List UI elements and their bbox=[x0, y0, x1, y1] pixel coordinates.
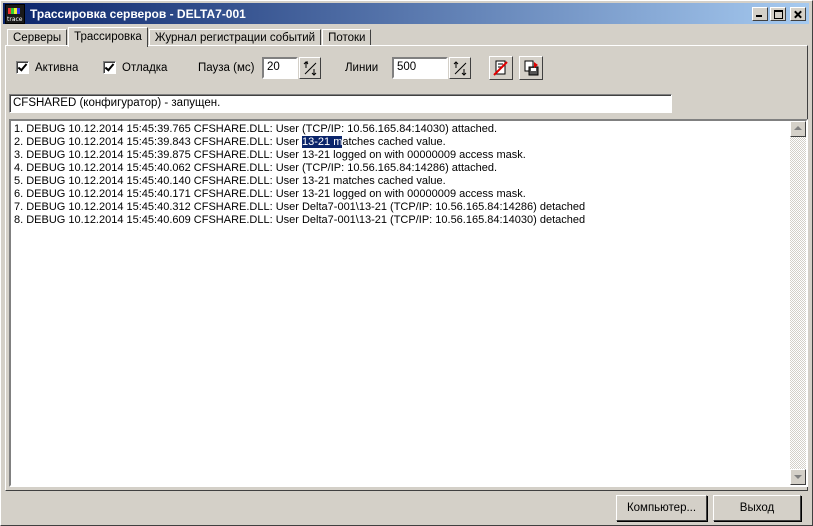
status-field: CFSHARED (конфигуратор) - запущен. bbox=[9, 94, 672, 113]
title-bar[interactable]: trace Трассировка серверов - DELTA7-001 bbox=[3, 3, 809, 24]
controls-row: Активна Отладка Пауза (мс) 20 Линии 500 bbox=[6, 46, 807, 90]
log-line: 4. DEBUG 10.12.2014 15:45:40.062 CFSHARE… bbox=[14, 162, 498, 174]
debug-label: Отладка bbox=[122, 61, 168, 74]
tab-event-log[interactable]: Журнал регистрации событий bbox=[148, 29, 322, 46]
trace-app-icon: trace bbox=[5, 3, 25, 24]
save-document-icon bbox=[524, 60, 539, 76]
computer-button[interactable]: Компьютер... bbox=[616, 495, 707, 521]
active-label: Активна bbox=[35, 61, 79, 74]
lines-spin-arrows-icon[interactable] bbox=[449, 57, 471, 79]
pause-spinner: 20 bbox=[262, 57, 321, 79]
minimize-button[interactable] bbox=[752, 6, 768, 21]
log-line: 6. DEBUG 10.12.2014 15:45:40.171 CFSHARE… bbox=[14, 188, 526, 200]
vertical-scrollbar[interactable] bbox=[790, 121, 806, 485]
scroll-up-arrow-icon[interactable] bbox=[790, 121, 806, 137]
window-title: Трассировка серверов - DELTA7-001 bbox=[30, 6, 246, 21]
checkmark-icon bbox=[103, 61, 116, 74]
pause-spin-arrows-icon[interactable] bbox=[299, 57, 321, 79]
log-line: 7. DEBUG 10.12.2014 15:45:40.312 CFSHARE… bbox=[14, 201, 586, 213]
log-line: 3. DEBUG 10.12.2014 15:45:39.875 CFSHARE… bbox=[14, 149, 526, 161]
checkmark-icon bbox=[16, 61, 29, 74]
tracing-panel: Активна Отладка Пауза (мс) 20 Линии 500 … bbox=[5, 45, 808, 491]
tab-strip: Серверы Трассировка Журнал регистрации с… bbox=[7, 26, 372, 47]
lines-input[interactable]: 500 bbox=[392, 57, 448, 79]
save-log-button[interactable] bbox=[519, 56, 543, 80]
log-line: 5. DEBUG 10.12.2014 15:45:40.140 CFSHARE… bbox=[14, 175, 446, 187]
maximize-button[interactable] bbox=[770, 6, 786, 21]
main-window: trace Трассировка серверов - DELTA7-001 … bbox=[0, 0, 813, 526]
pause-label: Пауза (мс) bbox=[198, 62, 255, 74]
debug-checkbox[interactable]: Отладка bbox=[103, 61, 167, 74]
tab-threads[interactable]: Потоки bbox=[322, 29, 372, 46]
exit-button[interactable]: Выход bbox=[713, 495, 801, 521]
log-line: 2. DEBUG 10.12.2014 15:45:39.843 CFSHARE… bbox=[14, 136, 446, 148]
log-line: 8. DEBUG 10.12.2014 15:45:40.609 CFSHARE… bbox=[14, 214, 586, 226]
tab-servers[interactable]: Серверы bbox=[7, 29, 68, 46]
log-line: 1. DEBUG 10.12.2014 15:45:39.765 CFSHARE… bbox=[14, 123, 498, 135]
trace-log[interactable]: 1. DEBUG 10.12.2014 15:45:39.765 CFSHARE… bbox=[9, 119, 808, 487]
selected-text: 13-21 m bbox=[302, 136, 343, 148]
pause-input[interactable]: 20 bbox=[262, 57, 298, 79]
clear-log-button[interactable] bbox=[489, 56, 513, 80]
close-button[interactable] bbox=[790, 6, 806, 21]
log-lines: 1. DEBUG 10.12.2014 15:45:39.765 CFSHARE… bbox=[14, 123, 786, 227]
lines-spinner: 500 bbox=[392, 57, 471, 79]
clear-document-icon bbox=[493, 60, 508, 76]
scroll-down-arrow-icon[interactable] bbox=[790, 469, 806, 485]
lines-label: Линии bbox=[345, 62, 379, 74]
active-checkbox[interactable]: Активна bbox=[16, 61, 78, 74]
tab-tracing[interactable]: Трассировка bbox=[68, 27, 148, 47]
